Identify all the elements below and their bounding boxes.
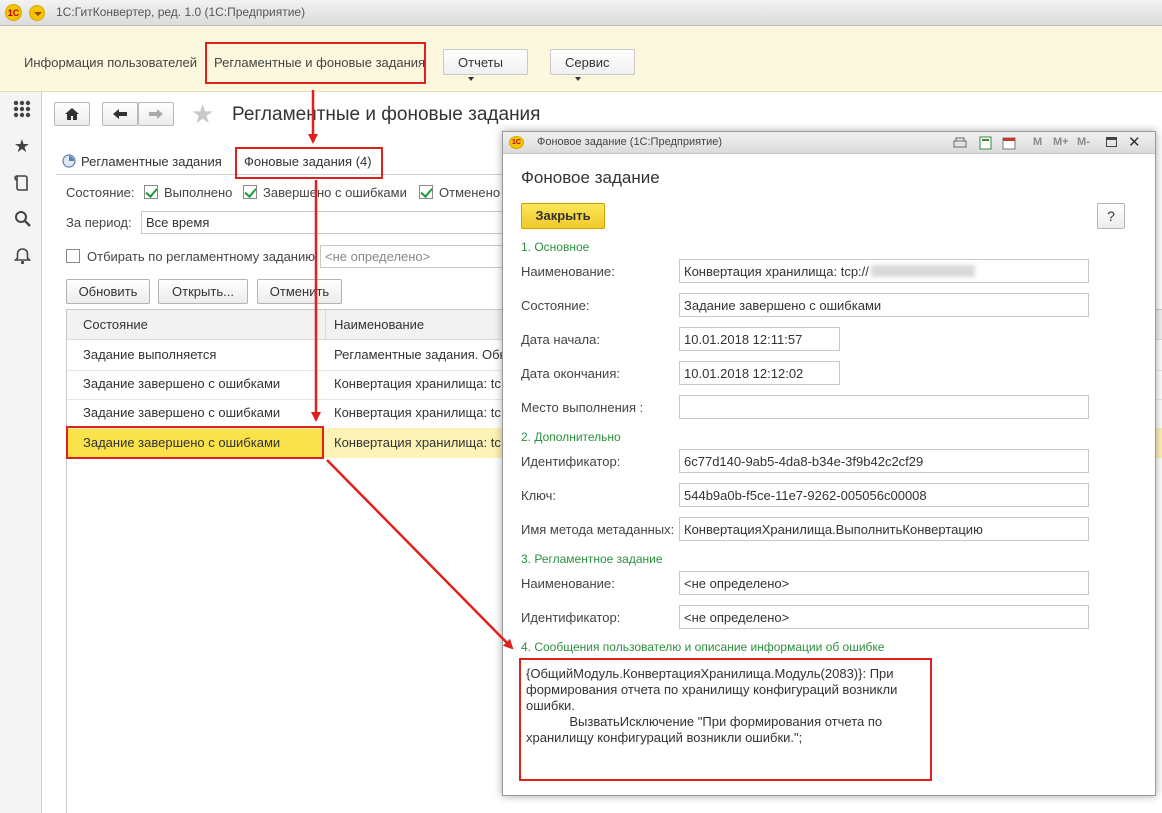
- arrow-row-to-message: [326, 459, 514, 650]
- annotation-arrows: [308, 90, 514, 650]
